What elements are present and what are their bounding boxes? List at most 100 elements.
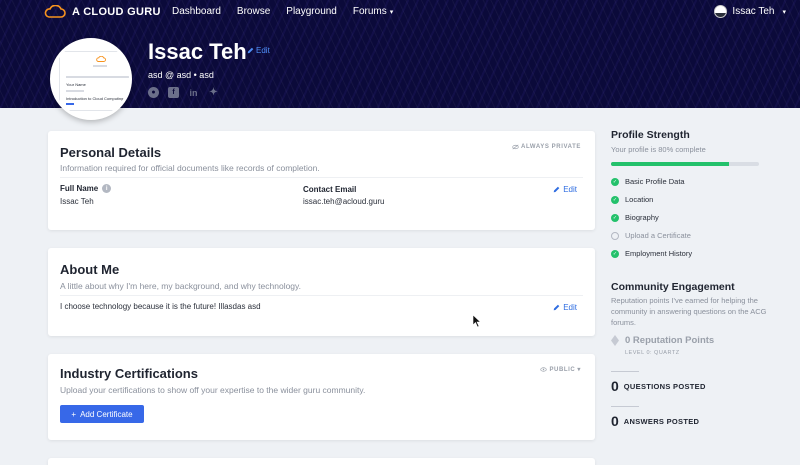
contact-email-value: issac.teh@acloud.guru <box>303 197 385 206</box>
certifications-card: Industry Certifications PUBLIC ▾ Upload … <box>48 354 595 440</box>
visibility-dropdown[interactable]: PUBLIC ▾ <box>540 366 581 373</box>
certifications-title: Industry Certifications <box>60 366 198 381</box>
about-me-card: About Me A little about why I'm here, my… <box>48 248 595 336</box>
pencil-icon <box>553 186 560 193</box>
community-title: Community Engagement <box>611 281 735 293</box>
social-links: ● f in ✦ <box>148 87 219 98</box>
privacy-badge-label: ALWAYS PRIVATE <box>521 144 581 150</box>
profile-avatar[interactable]: Your Name Introduction to Cloud Computin… <box>50 38 132 120</box>
profile-header: A CLOUD GURU Dashboard Browse Playground… <box>0 0 800 120</box>
gem-icon <box>611 335 619 346</box>
eye-off-icon <box>512 144 519 150</box>
check-icon: ✓ <box>611 177 619 186</box>
edit-label: Edit <box>563 303 577 312</box>
certificate-name-line: Your Name <box>66 82 86 87</box>
certificate-rule <box>93 65 107 67</box>
linkedin-icon[interactable]: in <box>188 87 199 98</box>
divider <box>60 295 583 296</box>
full-name-label-text: Full Name <box>60 184 99 193</box>
personal-details-card: Personal Details ALWAYS PRIVATE Informat… <box>48 131 595 230</box>
certificate-course-line: Introduction to Cloud Computing <box>66 96 124 101</box>
checklist-item-basic-profile: ✓ Basic Profile Data <box>611 177 685 186</box>
full-name-value: Issac Teh <box>60 197 94 206</box>
mouse-cursor-icon <box>473 315 481 327</box>
check-icon: ✓ <box>611 249 619 258</box>
personal-details-description: Information required for official docume… <box>60 163 320 173</box>
cloud-logo-icon <box>44 5 66 18</box>
next-section-card <box>48 458 595 465</box>
pencil-icon <box>553 304 560 311</box>
edit-profile-label: Edit <box>256 46 270 55</box>
edit-profile-link[interactable]: Edit <box>247 46 270 55</box>
nav-browse[interactable]: Browse <box>237 6 270 17</box>
nav-forums-label: Forums <box>352 6 387 17</box>
divider <box>60 177 583 178</box>
personal-details-title: Personal Details <box>60 145 162 160</box>
nav-forums[interactable]: Forums ▾ <box>353 6 393 17</box>
nav-dashboard[interactable]: Dashboard <box>172 6 221 17</box>
checklist-item-location: ✓ Location <box>611 195 653 204</box>
about-me-text: I choose technology because it is the fu… <box>60 302 261 311</box>
add-certificate-label: Add Certificate <box>80 409 133 419</box>
contact-email-label: Contact Email <box>303 185 357 194</box>
answers-posted-stat: 0 ANSWERS POSTED <box>611 413 699 429</box>
certificate-rule <box>66 76 129 78</box>
certifications-description: Upload your certifications to show off y… <box>60 385 366 395</box>
questions-count: 0 <box>611 378 619 394</box>
plus-icon: + <box>71 409 77 419</box>
profile-subtitle: asd @ asd • asd <box>148 70 214 80</box>
checklist-label: Biography <box>625 213 659 222</box>
profile-strength-subtitle: Your profile is 80% complete <box>611 145 706 154</box>
top-nav: A CLOUD GURU Dashboard Browse Playground… <box>0 0 800 24</box>
divider <box>611 406 639 407</box>
about-me-title: About Me <box>60 262 120 277</box>
community-description: Reputation points I've earned for helpin… <box>611 296 767 327</box>
eye-icon <box>540 367 548 372</box>
profile-strength-title: Profile Strength <box>611 129 690 141</box>
checklist-item-upload-certificate[interactable]: Upload a Certificate <box>611 231 691 240</box>
checklist-label: Employment History <box>625 249 693 258</box>
edit-about-me-button[interactable]: Edit <box>553 303 577 312</box>
checklist-label: Basic Profile Data <box>625 177 685 186</box>
about-me-description: A little about why I'm here, my backgrou… <box>60 281 302 291</box>
divider <box>611 371 639 372</box>
certificate-preview: Your Name Introduction to Cloud Computin… <box>59 51 129 111</box>
visibility-label: PUBLIC <box>549 366 576 373</box>
profile-progress-bar <box>611 162 759 166</box>
questions-label: QUESTIONS POSTED <box>623 381 706 391</box>
checklist-label: Location <box>625 195 654 204</box>
edit-label: Edit <box>563 185 577 194</box>
brand-logo[interactable]: A CLOUD GURU <box>44 5 161 18</box>
user-name: Issac Teh <box>732 6 775 17</box>
user-menu[interactable]: Issac Teh ▾ <box>714 5 786 18</box>
nav-playground[interactable]: Playground <box>286 6 337 17</box>
pencil-icon <box>247 47 254 54</box>
empty-circle-icon <box>611 231 619 240</box>
facebook-icon[interactable]: f <box>168 87 179 98</box>
avatar <box>714 5 728 18</box>
questions-posted-stat: 0 QUESTIONS POSTED <box>611 378 706 394</box>
twitter-icon[interactable]: ✦ <box>208 87 219 98</box>
answers-count: 0 <box>611 413 619 429</box>
check-icon: ✓ <box>611 195 619 204</box>
certificate-rule <box>66 90 84 92</box>
reputation-level: LEVEL 0: QUARTZ <box>625 350 680 356</box>
full-name-label: Full Name i <box>60 184 112 193</box>
checklist-label: Upload a Certificate <box>625 231 691 240</box>
profile-progress-fill <box>611 162 730 166</box>
edit-personal-details-button[interactable]: Edit <box>553 185 577 194</box>
info-icon[interactable]: i <box>102 184 112 193</box>
add-certificate-button[interactable]: + Add Certificate <box>60 405 144 423</box>
reputation-points: 0 Reputation Points <box>611 335 714 346</box>
certificate-accent <box>66 103 74 105</box>
nav-links: Dashboard Browse Playground Forums ▾ <box>172 6 393 17</box>
cloud-logo-icon <box>96 56 106 62</box>
answers-label: ANSWERS POSTED <box>623 416 700 426</box>
chevron-down-icon: ▾ <box>782 8 786 16</box>
github-icon[interactable]: ● <box>148 87 159 98</box>
reputation-text: 0 Reputation Points <box>625 335 715 346</box>
profile-name: Issac Teh <box>148 39 247 64</box>
chevron-down-icon: ▾ <box>389 9 394 16</box>
brand-name: A CLOUD GURU <box>72 5 161 18</box>
checklist-item-biography: ✓ Biography <box>611 213 659 222</box>
